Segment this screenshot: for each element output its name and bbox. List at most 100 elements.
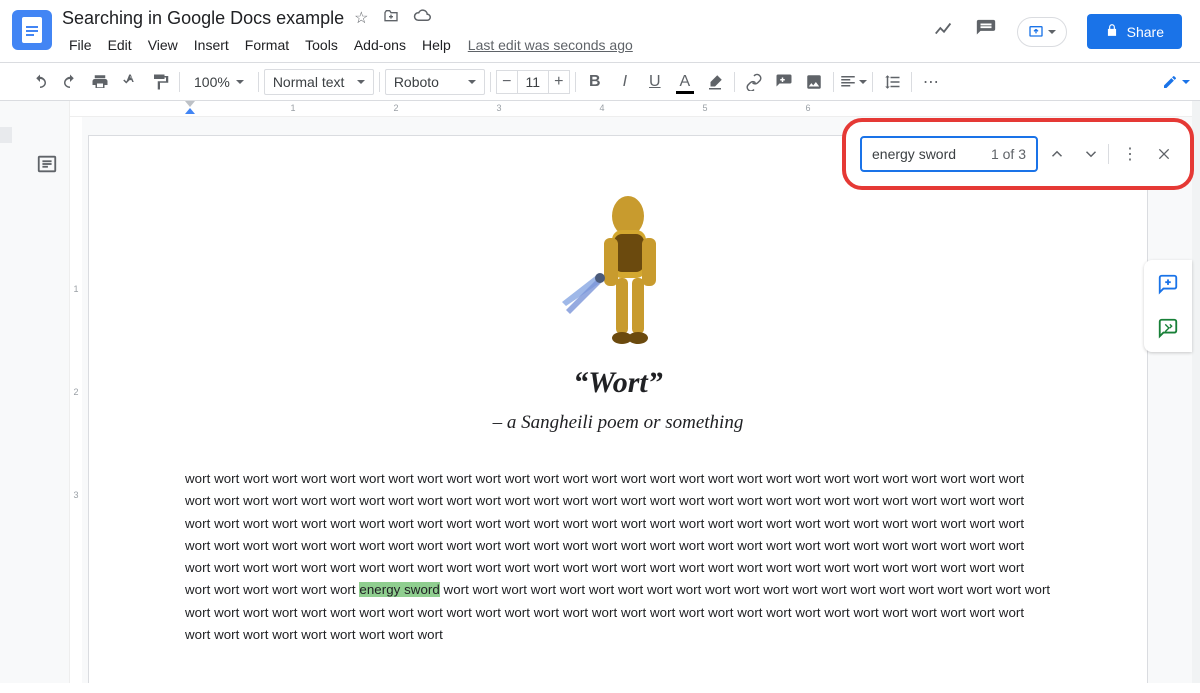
separator — [1108, 144, 1109, 164]
vruler-number: 3 — [70, 490, 82, 500]
outline-icon[interactable] — [36, 153, 58, 180]
underline-button[interactable]: U — [641, 68, 669, 96]
separator — [575, 72, 576, 92]
find-bar: 1 of 3 ⋮ — [842, 118, 1194, 190]
separator — [734, 72, 735, 92]
ruler-number: 4 — [599, 103, 604, 113]
cloud-icon[interactable] — [413, 8, 431, 29]
menu-help[interactable]: Help — [415, 33, 458, 57]
menu-view[interactable]: View — [141, 33, 185, 57]
increase-font-button[interactable]: + — [548, 70, 570, 94]
menu-addons[interactable]: Add-ons — [347, 33, 413, 57]
vruler-number: 2 — [70, 387, 82, 397]
separator — [179, 72, 180, 92]
paragraph-style-dropdown[interactable]: Normal text — [264, 69, 374, 95]
find-input-wrapper[interactable]: 1 of 3 — [860, 136, 1038, 172]
line-spacing-button[interactable] — [878, 68, 906, 96]
italic-button[interactable]: I — [611, 68, 639, 96]
separator — [258, 72, 259, 92]
spellcheck-button[interactable] — [116, 68, 144, 96]
find-prev-button[interactable] — [1042, 139, 1072, 169]
document-body[interactable]: wort wort wort wort wort wort wort wort … — [185, 468, 1051, 646]
document-page[interactable]: “Wort” – a Sangheili poem or something w… — [88, 135, 1148, 683]
lock-icon — [1105, 23, 1119, 40]
menu-format[interactable]: Format — [238, 33, 296, 57]
document-heading[interactable]: “Wort” — [185, 366, 1051, 400]
menu-edit[interactable]: Edit — [101, 33, 139, 57]
separator — [379, 72, 380, 92]
move-icon[interactable] — [383, 8, 399, 29]
chevron-down-icon — [1048, 30, 1056, 34]
vruler-number: 1 — [70, 284, 82, 294]
chevron-down-icon — [1182, 80, 1190, 84]
zoom-value: 100% — [194, 74, 230, 90]
style-value: Normal text — [273, 74, 345, 90]
separator — [833, 72, 834, 92]
more-button[interactable]: ⋯ — [917, 68, 945, 96]
paint-format-button[interactable] — [146, 68, 174, 96]
add-comment-fab[interactable] — [1150, 266, 1186, 302]
highlight-button[interactable] — [701, 68, 729, 96]
ruler-number: 5 — [702, 103, 707, 113]
floating-action-buttons — [1144, 260, 1192, 352]
toolbar: 100% Normal text Roboto − 11 + B I U A ⋯ — [0, 62, 1200, 101]
find-close-button[interactable] — [1149, 139, 1179, 169]
docs-logo[interactable] — [12, 10, 52, 50]
share-label: Share — [1127, 24, 1164, 40]
ruler-number: 2 — [393, 103, 398, 113]
document-subheading[interactable]: – a Sangheili poem or something — [185, 412, 1051, 434]
first-line-indent-icon[interactable] — [185, 101, 195, 107]
decrease-font-button[interactable]: − — [496, 70, 518, 94]
ruler-number: 6 — [805, 103, 810, 113]
horizontal-ruler[interactable]: 1 2 3 4 5 6 — [70, 101, 1192, 117]
document-title[interactable]: Searching in Google Docs example — [62, 8, 344, 29]
print-button[interactable] — [86, 68, 114, 96]
find-count: 1 of 3 — [991, 146, 1026, 162]
chevron-down-icon — [468, 80, 476, 84]
share-button[interactable]: Share — [1087, 14, 1182, 49]
find-more-options-button[interactable]: ⋮ — [1115, 139, 1145, 169]
document-image[interactable] — [548, 186, 688, 356]
redo-button[interactable] — [56, 68, 84, 96]
suggest-edit-fab[interactable] — [1150, 310, 1186, 346]
align-button[interactable] — [839, 68, 867, 96]
ruler-number: 3 — [496, 103, 501, 113]
font-size-value[interactable]: 11 — [518, 70, 548, 94]
text-color-button[interactable]: A — [671, 68, 699, 96]
vertical-ruler[interactable]: 1 2 3 — [70, 117, 82, 683]
font-size-control: − 11 + — [496, 70, 570, 94]
search-highlight: energy sword — [359, 582, 439, 597]
last-edit-link[interactable]: Last edit was seconds ago — [468, 37, 633, 53]
add-comment-button[interactable] — [770, 68, 798, 96]
left-indent-icon[interactable] — [185, 108, 195, 114]
undo-button[interactable] — [26, 68, 54, 96]
menu-insert[interactable]: Insert — [187, 33, 236, 57]
insert-image-button[interactable] — [800, 68, 828, 96]
find-input[interactable] — [872, 146, 962, 162]
body-text-before: wort wort wort wort wort wort wort wort … — [185, 471, 1024, 597]
bold-button[interactable]: B — [581, 68, 609, 96]
separator — [872, 72, 873, 92]
star-icon[interactable]: ☆ — [354, 8, 368, 29]
comments-icon[interactable] — [975, 18, 997, 45]
insert-link-button[interactable] — [740, 68, 768, 96]
menu-file[interactable]: File — [62, 33, 99, 57]
present-button[interactable] — [1017, 17, 1067, 47]
editing-mode-button[interactable] — [1162, 68, 1190, 96]
analytics-icon[interactable] — [933, 18, 955, 45]
zoom-dropdown[interactable]: 100% — [185, 73, 253, 91]
chevron-down-icon — [859, 80, 867, 84]
right-sidebar-strip — [1192, 101, 1200, 683]
font-dropdown[interactable]: Roboto — [385, 69, 485, 95]
font-value: Roboto — [394, 74, 439, 90]
chevron-down-icon — [357, 80, 365, 84]
ruler-margin-indicator — [0, 127, 12, 143]
separator — [490, 72, 491, 92]
left-gutter — [0, 101, 70, 683]
ruler-number: 1 — [290, 103, 295, 113]
menubar: File Edit View Insert Format Tools Add-o… — [62, 33, 933, 57]
separator — [911, 72, 912, 92]
find-next-button[interactable] — [1076, 139, 1106, 169]
chevron-down-icon — [236, 80, 244, 84]
menu-tools[interactable]: Tools — [298, 33, 345, 57]
